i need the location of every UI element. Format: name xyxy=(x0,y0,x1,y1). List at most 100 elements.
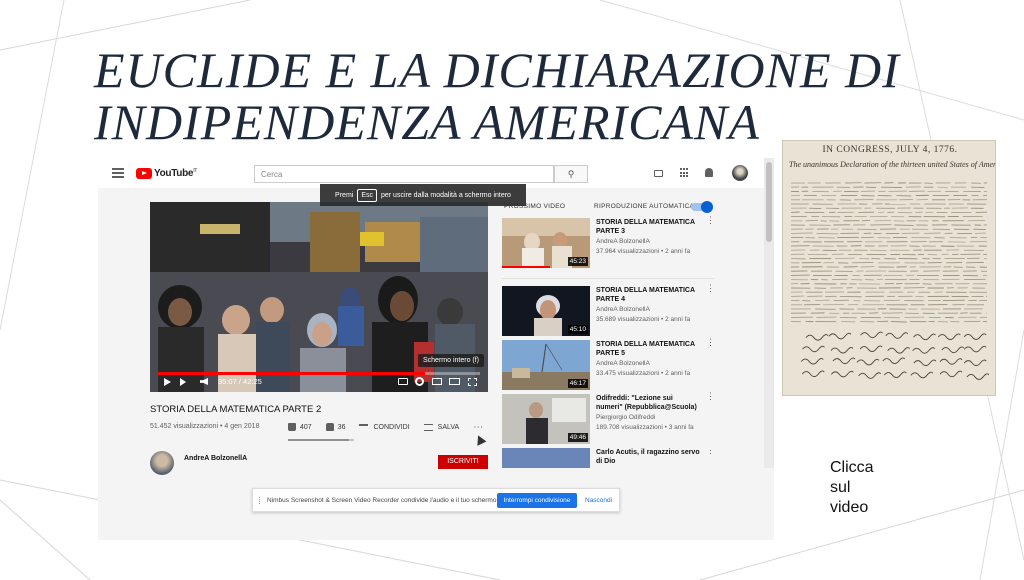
volume-icon[interactable] xyxy=(200,378,208,385)
subscribe-button[interactable]: ISCRIVITI xyxy=(438,455,488,469)
share-button[interactable]: CONDIVIDI xyxy=(359,423,410,431)
progress-bar-fill xyxy=(158,372,426,375)
video-duration: 49:46 xyxy=(567,433,588,442)
like-dislike-bar xyxy=(288,439,354,441)
esc-tip-after: per uscire dalla modalità a schermo inte… xyxy=(381,191,511,199)
divider xyxy=(502,278,714,279)
recommendation-item[interactable]: 49:46 Odifreddi: "Lezione sui numeri" (R… xyxy=(502,392,718,454)
account-avatar[interactable] xyxy=(732,165,748,181)
recommendation-title[interactable]: STORIA DELLA MATEMATICA PARTE 5 xyxy=(596,340,700,358)
subtitles-icon[interactable] xyxy=(398,378,408,385)
dislike-count: 36 xyxy=(337,423,346,431)
recommendation-views: 35.689 visualizzazioni • 2 anni fa xyxy=(596,316,691,323)
recommendation-views: 33.475 visualizzazioni • 2 anni fa xyxy=(596,370,691,377)
click-video-instruction: Clicca sul video xyxy=(830,458,874,518)
recommendation-thumbnail[interactable]: 46:17 xyxy=(502,340,590,390)
more-options-icon[interactable]: ⋮ xyxy=(706,216,715,225)
recommendation-thumbnail[interactable]: 45:23 xyxy=(502,218,590,268)
more-options-icon[interactable]: ⋮ xyxy=(706,392,715,401)
player-controls: 35:07 / 42:25 xyxy=(150,370,488,392)
more-options-icon[interactable]: ⋮ xyxy=(706,338,715,347)
recommendation-channel: AndreA BolzonellA xyxy=(596,360,650,367)
recommendation-title[interactable]: STORIA DELLA MATEMATICA PARTE 3 xyxy=(596,218,700,236)
page-scrollbar[interactable] xyxy=(764,158,774,468)
slide-title-line-1: EUCLIDE E LA DICHIARAZIONE DI xyxy=(94,42,900,98)
recommendation-views: 189.708 visualizzazioni • 3 anni fa xyxy=(596,424,694,431)
more-actions-icon[interactable]: ⋯ xyxy=(473,422,484,433)
video-duration: 45:10 xyxy=(567,325,588,334)
video-duration: 45:23 xyxy=(567,257,588,266)
play-icon[interactable] xyxy=(164,378,171,386)
video-meta: 51.452 visualizzazioni • 4 gen 2018 xyxy=(150,423,260,430)
up-next-label: PROSSIMO VIDEO xyxy=(504,203,566,210)
time-display: 35:07 / 42:25 xyxy=(218,377,262,386)
miniplayer-icon[interactable] xyxy=(432,378,442,385)
cta-line-1: Clicca xyxy=(830,459,874,476)
recommendation-item[interactable]: Carlo Acutis, il ragazzino servo di Dio … xyxy=(502,448,718,468)
channel-name[interactable]: AndreA BolzonellA xyxy=(184,455,247,462)
recommendation-channel: Piergiorgio Odifreddi xyxy=(596,414,656,421)
thumbs-down-icon xyxy=(325,423,334,431)
search-button[interactable]: ⚲ xyxy=(554,165,588,183)
youtube-logo-text: YouTubeIT xyxy=(154,167,198,179)
theater-mode-icon[interactable] xyxy=(449,378,460,385)
create-video-icon[interactable] xyxy=(654,170,663,177)
declaration-handwriting xyxy=(791,182,989,380)
recommendation-thumbnail[interactable] xyxy=(502,448,590,468)
more-options-icon[interactable]: ⋮ xyxy=(706,284,715,293)
slide-title: EUCLIDE E LA DICHIARAZIONE DI INDIPENDEN… xyxy=(94,44,974,148)
save-label: SALVA xyxy=(437,423,460,431)
esc-tip-before: Premi xyxy=(335,191,354,199)
playlist-add-icon xyxy=(423,423,433,431)
share-label: CONDIVIDI xyxy=(373,423,410,431)
declaration-subtitle: The unanimous Declaration of the thirtee… xyxy=(789,160,996,169)
hide-button[interactable]: Nascondi xyxy=(585,497,612,504)
recommendation-title[interactable]: Odifreddi: "Lezione sui numeri" (Repubbl… xyxy=(596,394,700,412)
like-button[interactable]: 407 xyxy=(288,423,312,431)
video-duration: 46:17 xyxy=(567,379,588,388)
esc-key: Esc xyxy=(357,188,377,202)
autoplay-toggle[interactable] xyxy=(691,201,713,213)
channel-avatar[interactable] xyxy=(150,451,174,475)
stop-sharing-button[interactable]: Interrompi condivisione xyxy=(497,493,577,508)
notifications-bell-icon[interactable] xyxy=(705,168,713,177)
next-icon[interactable] xyxy=(180,378,186,386)
recommendation-views: 37.964 visualizzazioni • 2 anni fa xyxy=(596,248,691,255)
screen-sharing-bar: Nimbus Screenshot & Screen Video Recorde… xyxy=(252,488,620,512)
recommendation-channel: AndreA BolzonellA xyxy=(596,238,650,245)
dislike-button[interactable]: 36 xyxy=(325,423,346,431)
settings-gear-icon[interactable] xyxy=(415,377,424,386)
fullscreen-tooltip: Schermo intero (f) xyxy=(418,354,485,367)
cta-line-2: sul xyxy=(830,479,851,496)
screen-sharing-message: Nimbus Screenshot & Screen Video Recorde… xyxy=(267,497,499,504)
youtube-window: YouTubeIT Cerca ⚲ Schermo intero (f) 35:… xyxy=(98,158,774,540)
recommendation-channel: AndreA BolzonellA xyxy=(596,306,650,313)
declaration-of-independence-image: IN CONGRESS, JULY 4, 1776. The unanimous… xyxy=(782,140,996,396)
more-options-icon[interactable]: ⋮ xyxy=(706,448,715,455)
like-count: 407 xyxy=(300,423,312,431)
youtube-logo-icon xyxy=(136,167,152,179)
recommendation-thumbnail[interactable]: 49:46 xyxy=(502,394,590,444)
apps-icon[interactable] xyxy=(680,168,690,178)
save-button[interactable]: SALVA xyxy=(423,423,460,431)
fullscreen-icon[interactable] xyxy=(468,378,477,386)
recommendation-title[interactable]: Carlo Acutis, il ragazzino servo di Dio xyxy=(596,448,700,466)
search-input[interactable]: Cerca xyxy=(254,165,554,183)
recommendation-item[interactable]: 45:23 STORIA DELLA MATEMATICA PARTE 3 An… xyxy=(502,216,718,278)
progress-bar[interactable] xyxy=(158,372,480,375)
video-player[interactable]: Schermo intero (f) 35:07 / 42:25 xyxy=(150,202,488,392)
cta-line-3: video xyxy=(830,499,869,516)
like-ratio-fill xyxy=(288,439,349,441)
recommendation-item[interactable]: 45:10 STORIA DELLA MATEMATICA PARTE 4 An… xyxy=(502,284,718,346)
drag-handle[interactable] xyxy=(259,497,261,504)
youtube-logo[interactable]: YouTubeIT xyxy=(136,167,197,179)
share-icon xyxy=(359,424,369,430)
recommendation-title[interactable]: STORIA DELLA MATEMATICA PARTE 4 xyxy=(596,286,700,304)
autoplay-label: RIPRODUZIONE AUTOMATICA xyxy=(594,203,695,210)
recommendation-item[interactable]: 46:17 STORIA DELLA MATEMATICA PARTE 5 An… xyxy=(502,338,718,400)
recommendation-thumbnail[interactable]: 45:10 xyxy=(502,286,590,336)
scrollbar-thumb[interactable] xyxy=(766,162,772,242)
search-icon: ⚲ xyxy=(567,169,575,179)
menu-icon[interactable] xyxy=(112,168,124,178)
mouse-cursor-icon xyxy=(473,433,487,446)
